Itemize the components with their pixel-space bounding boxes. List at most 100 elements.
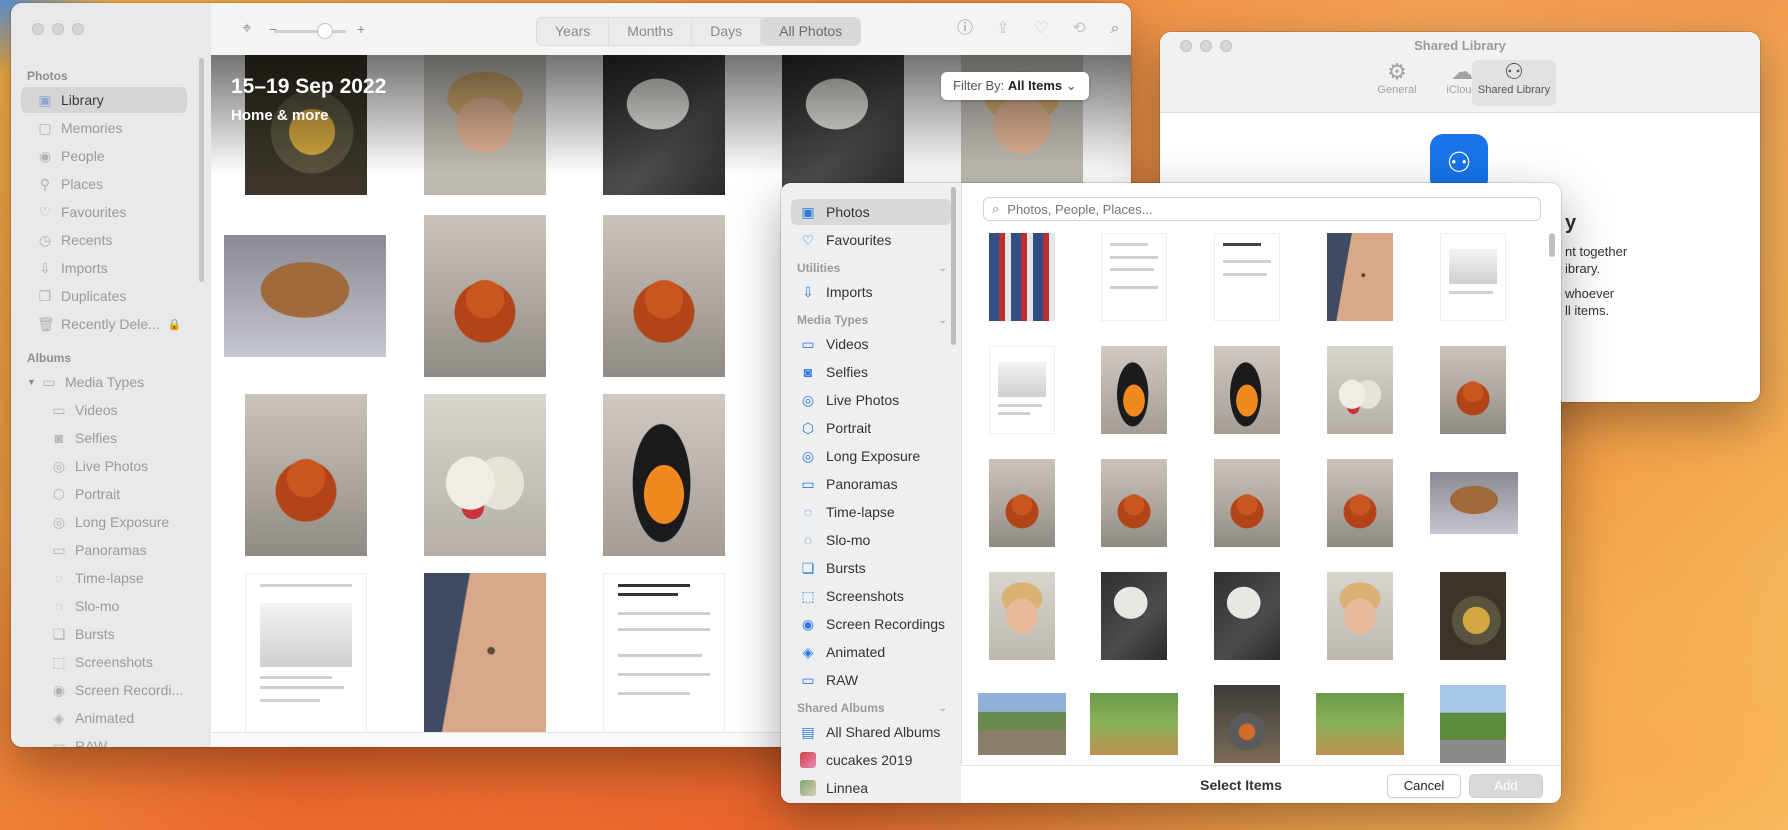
tab-shared-library[interactable]: ⚇ Shared Library — [1472, 60, 1556, 106]
cancel-button[interactable]: Cancel — [1387, 774, 1461, 798]
picker-photo-thumbnail[interactable] — [989, 346, 1055, 434]
picker-item-imports[interactable]: ⇩ Imports — [791, 279, 951, 305]
slideshow-icon[interactable]: ⌖ — [237, 20, 257, 38]
sidebar-item-imports[interactable]: ⇩ Imports — [21, 255, 187, 281]
picker-photo-thumbnail[interactable] — [1440, 346, 1506, 434]
sidebar-item-screen-recordings[interactable]: ◉ Screen Recordi... — [21, 677, 187, 703]
picker-item-raw[interactable]: ▭ RAW — [791, 667, 951, 693]
heart-icon[interactable]: ♡ — [1031, 20, 1051, 38]
sidebar-item-memories[interactable]: ▢ Memories — [21, 115, 187, 141]
tab-months[interactable]: Months — [609, 18, 693, 45]
chevron-down-icon[interactable]: ⌄ — [939, 263, 947, 274]
sidebar-item-screenshots[interactable]: ⬚ Screenshots — [21, 649, 187, 675]
picker-photo-thumbnail[interactable] — [1327, 459, 1393, 547]
picker-photo-thumbnail[interactable] — [1327, 233, 1393, 321]
sidebar-item-videos[interactable]: ▭ Videos — [21, 397, 187, 423]
sidebar-item-library[interactable]: ▣ Library — [21, 87, 187, 113]
photo-thumbnail[interactable] — [424, 215, 546, 377]
info-icon[interactable]: ⓘ — [955, 20, 975, 38]
chevron-down-icon[interactable]: ⌄ — [939, 315, 947, 326]
chevron-down-icon[interactable]: ⌄ — [939, 703, 947, 714]
tab-all-photos[interactable]: All Photos — [761, 18, 861, 45]
chevron-down-icon[interactable]: ▼ — [27, 377, 37, 387]
close-window-button[interactable] — [32, 23, 44, 35]
sidebar-item-selfies[interactable]: ◙ Selfies — [21, 425, 187, 451]
sidebar-item-media-types[interactable]: ▼ ▭ Media Types — [21, 369, 187, 395]
sidebar-item-duplicates[interactable]: ❐ Duplicates — [21, 283, 187, 309]
picker-item-photos[interactable]: ▣ Photos — [791, 199, 951, 225]
picker-photo-thumbnail[interactable] — [1327, 346, 1393, 434]
picker-photo-thumbnail[interactable] — [989, 459, 1055, 547]
picker-photo-thumbnail[interactable] — [989, 572, 1055, 660]
picker-item-live-photos[interactable]: ◎ Live Photos — [791, 387, 951, 413]
tab-years[interactable]: Years — [537, 18, 610, 45]
picker-photo-thumbnail[interactable] — [1101, 346, 1167, 434]
add-button[interactable]: Add — [1469, 774, 1543, 798]
photo-thumbnail[interactable] — [245, 394, 367, 556]
picker-sidebar-scrollbar[interactable] — [951, 187, 956, 345]
sidebar-item-recently-deleted[interactable]: 🗑 Recently Dele... 🔒 — [21, 311, 187, 337]
picker-photo-thumbnail[interactable] — [1214, 233, 1280, 321]
photo-thumbnail[interactable] — [424, 573, 546, 735]
picker-item-time-lapse[interactable]: ◌ Time-lapse — [791, 499, 951, 525]
picker-photo-thumbnail[interactable] — [1101, 572, 1167, 660]
picker-item-bursts[interactable]: ❏ Bursts — [791, 555, 951, 581]
rotate-icon[interactable]: ⟲ — [1069, 20, 1089, 38]
sidebar-item-long-exposure[interactable]: ◎ Long Exposure — [21, 509, 187, 535]
picker-item-slo-mo[interactable]: ◌ Slo-mo — [791, 527, 951, 553]
picker-photo-thumbnail[interactable] — [978, 693, 1066, 755]
sidebar-item-portrait[interactable]: ⬡ Portrait — [21, 481, 187, 507]
search-input[interactable] — [1005, 200, 1510, 218]
sidebar-item-recents[interactable]: ◷ Recents — [21, 227, 187, 253]
picker-item-screen-recordings[interactable]: ◉ Screen Recordings — [791, 611, 951, 637]
picker-item-selfies[interactable]: ◙ Selfies — [791, 359, 951, 385]
search-icon[interactable]: ⌕ — [1105, 20, 1125, 38]
photo-thumbnail[interactable] — [245, 573, 367, 735]
minimize-window-button[interactable] — [52, 23, 64, 35]
sidebar-item-live-photos[interactable]: ◎ Live Photos — [21, 453, 187, 479]
picker-photo-thumbnail[interactable] — [1440, 572, 1506, 660]
picker-item-videos[interactable]: ▭ Videos — [791, 331, 951, 357]
zoom-window-button[interactable] — [72, 23, 84, 35]
sidebar-item-raw[interactable]: ▭ RAW — [21, 733, 187, 747]
picker-photo-thumbnail[interactable] — [1090, 693, 1178, 755]
picker-grid-scrollbar[interactable] — [1549, 233, 1555, 257]
zoom-in-button[interactable]: + — [351, 20, 371, 38]
zoom-slider-knob[interactable] — [317, 23, 333, 39]
picker-item-cucakes-2019[interactable]: cucakes 2019 — [791, 747, 951, 773]
picker-photo-thumbnail[interactable] — [989, 233, 1055, 321]
picker-photo-thumbnail[interactable] — [1101, 233, 1167, 321]
picker-photo-thumbnail[interactable] — [1327, 572, 1393, 660]
sidebar-item-places[interactable]: ⚲ Places — [21, 171, 187, 197]
sidebar-item-slo-mo[interactable]: ◌ Slo-mo — [21, 593, 187, 619]
picker-photo-thumbnail[interactable] — [1440, 233, 1506, 321]
picker-photo-thumbnail[interactable] — [1430, 472, 1518, 534]
share-icon[interactable]: ⇪ — [993, 20, 1013, 38]
picker-item-animated[interactable]: ◈ Animated — [791, 639, 951, 665]
photo-thumbnail[interactable] — [603, 573, 725, 735]
picker-item-long-exposure[interactable]: ◎ Long Exposure — [791, 443, 951, 469]
sidebar-item-panoramas[interactable]: ▭ Panoramas — [21, 537, 187, 563]
picker-item-favourites[interactable]: ♡ Favourites — [791, 227, 951, 253]
sidebar-item-bursts[interactable]: ❏ Bursts — [21, 621, 187, 647]
sidebar-item-time-lapse[interactable]: ◌ Time-lapse — [21, 565, 187, 591]
picker-photo-thumbnail[interactable] — [1214, 346, 1280, 434]
picker-photo-thumbnail[interactable] — [1101, 459, 1167, 547]
zoom-slider-track[interactable] — [274, 30, 346, 33]
picker-item-all-shared-albums[interactable]: ▤ All Shared Albums — [791, 719, 951, 745]
picker-photo-thumbnail[interactable] — [1316, 693, 1404, 755]
sidebar-item-people[interactable]: ◉ People — [21, 143, 187, 169]
photo-thumbnail[interactable] — [603, 215, 725, 377]
zoom-out-button[interactable]: − — [263, 20, 283, 38]
photo-thumbnail[interactable] — [224, 235, 386, 357]
sidebar-scrollbar[interactable] — [199, 58, 204, 282]
picker-photo-thumbnail[interactable] — [1214, 459, 1280, 547]
tab-days[interactable]: Days — [692, 18, 762, 45]
picker-photo-thumbnail[interactable] — [1214, 685, 1280, 763]
picker-item-portrait[interactable]: ⬡ Portrait — [791, 415, 951, 441]
sidebar-item-animated[interactable]: ◈ Animated — [21, 705, 187, 731]
picker-photo-thumbnail[interactable] — [1214, 572, 1280, 660]
sidebar-item-favourites[interactable]: ♡ Favourites — [21, 199, 187, 225]
picker-photo-thumbnail[interactable] — [1440, 685, 1506, 763]
photo-thumbnail[interactable] — [603, 394, 725, 556]
